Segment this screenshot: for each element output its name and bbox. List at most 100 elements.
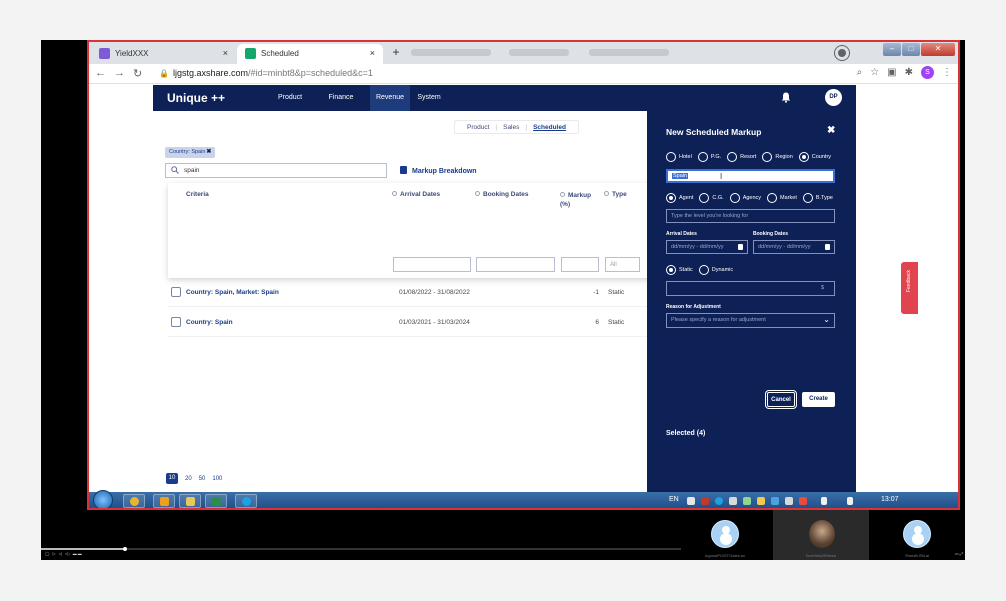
row-checkbox[interactable] [171,287,181,297]
forward-icon[interactable]: → [114,67,125,79]
markup-value-input[interactable]: $ [666,281,835,296]
radio-cg[interactable] [699,193,710,203]
row-criteria[interactable]: Country: Spain, Market: Spain [186,289,279,296]
menu-finance[interactable]: Finance [324,85,358,111]
tray-icon[interactable] [785,497,793,505]
radio-country[interactable] [798,152,809,162]
level-search-input[interactable]: Type the level you're looking for [666,209,835,223]
minimize-button[interactable]: – [883,43,901,56]
tray-icon[interactable] [799,497,807,505]
row-criteria[interactable]: Country: Spain [186,319,233,326]
fullscreen-icon[interactable]: ▭ ⤢ [955,551,963,556]
filter-markup-input[interactable] [561,257,599,272]
close-tab-icon[interactable]: × [223,48,228,58]
radio-region[interactable] [762,152,773,162]
progress-knob[interactable] [123,547,127,551]
column-arrival-dates[interactable]: Arrival Dates [392,191,440,198]
search-input[interactable]: spain [165,163,387,178]
address-bar[interactable]: 🔒 ljgstg.axshare.com/#id=minbt8&p=schedul… [151,66,851,81]
page-size-50[interactable]: 50 [199,476,206,482]
back-icon[interactable]: ← [95,67,106,79]
zoom-icon[interactable]: ⌕ [857,67,863,78]
arrival-dates-input[interactable]: dd/mm/yy - dd/mm/yy [666,240,748,254]
page-size-20[interactable]: 20 [185,476,192,482]
subtab-sales[interactable]: Sales [497,124,525,131]
tab-yieldxxx[interactable]: YieldXXX × [91,44,236,64]
radio-agent[interactable] [666,193,676,203]
close-tab-icon[interactable]: × [370,48,375,58]
taskbar-excel[interactable] [205,494,227,508]
close-panel-icon[interactable]: ✖ [827,125,835,136]
puzzle-icon[interactable]: ✱ [905,67,913,78]
taskbar-folder[interactable] [179,494,201,508]
radio-resort[interactable] [727,152,738,162]
cancel-button[interactable]: Cancel [767,392,795,407]
tray-icon[interactable] [743,497,751,505]
taskbar-app[interactable] [153,494,175,508]
volume-icon[interactable] [847,497,853,505]
maximize-button[interactable]: □ [902,43,920,56]
user-avatar[interactable]: DP [825,89,842,106]
taskbar-clock[interactable]: 13:07 [881,496,899,503]
calendar-icon[interactable] [825,244,830,250]
menu-system[interactable]: System [416,85,442,111]
column-criteria[interactable]: Criteria [186,191,209,198]
player-controls[interactable]: ◯ ▷ ◁ ◁ᵢ ▬▬ [45,551,83,556]
reload-icon[interactable]: ↻ [133,67,142,80]
booking-dates-input[interactable]: dd/mm/yy - dd/mm/yy [753,240,835,254]
subtab-scheduled[interactable]: Scheduled [527,124,572,131]
filter-booking-input[interactable] [476,257,555,272]
column-booking-dates[interactable]: Booking Dates [475,191,529,198]
radio-static[interactable] [666,265,676,275]
column-type[interactable]: Type [604,191,627,198]
tray-icon[interactable] [687,497,695,505]
blurred-tab[interactable] [509,49,569,56]
tray-icon[interactable] [715,497,723,505]
profile-avatar[interactable]: S [921,66,934,79]
participant-tile[interactable]: DonHelsZEMeen [773,510,869,560]
radio-pg[interactable] [697,152,708,162]
page-size-100[interactable]: 100 [212,476,222,482]
bookmark-star-icon[interactable]: ☆ [870,67,879,78]
bell-icon[interactable] [781,92,791,103]
taskbar-skype[interactable] [235,494,257,508]
filter-type-input[interactable]: All [605,257,640,272]
radio-agency[interactable] [729,193,740,203]
tray-icon[interactable] [757,497,765,505]
create-button[interactable]: Create [802,392,835,407]
playback-progress[interactable] [41,547,681,551]
taskbar-chrome[interactable] [123,494,145,508]
radio-hotel[interactable] [666,152,676,162]
tray-icon[interactable] [729,497,737,505]
participant-tile[interactable]: AgustaPUISTGates.ax [677,510,773,560]
blurred-tab[interactable] [589,49,669,56]
calendar-icon[interactable] [738,244,743,250]
remove-filter-icon[interactable]: ✖ [206,149,211,155]
row-checkbox[interactable] [171,317,181,327]
country-input[interactable]: Spain I [666,169,835,183]
radio-dynamic[interactable] [698,265,709,275]
filter-arrival-input[interactable] [393,257,471,272]
extension-icon[interactable]: ▣ [887,67,896,78]
tray-icon[interactable] [771,497,779,505]
tab-scheduled[interactable]: Scheduled × [237,44,383,64]
subtab-product[interactable]: Product [461,124,495,131]
markup-breakdown-link[interactable]: Markup Breakdown [400,166,477,175]
reason-select[interactable]: Please specify a reason for adjustment ⌄ [666,313,835,328]
page-size-10[interactable]: 10 [166,473,178,484]
menu-revenue[interactable]: Revenue [370,85,410,111]
radio-btype[interactable] [802,193,813,203]
table-row[interactable]: Country: Spain, Market: Spain 01/08/2022… [168,279,652,307]
start-button[interactable] [93,490,113,508]
new-tab-button[interactable]: + [389,46,403,60]
menu-product[interactable]: Product [275,85,305,111]
table-row[interactable]: Country: Spain 01/03/2021 - 31/03/2024 6… [168,309,652,337]
language-indicator[interactable]: EN [669,496,679,503]
participant-tile[interactable]: ShmafLIStLal [869,510,965,560]
kebab-menu-icon[interactable]: ⋮ [942,67,952,78]
network-icon[interactable] [821,497,827,505]
app-logo[interactable]: Unique ++ [167,91,225,105]
blurred-tab[interactable] [411,49,491,56]
close-window-button[interactable]: ✕ [921,43,955,56]
feedback-tab[interactable]: Feedback [901,262,918,314]
